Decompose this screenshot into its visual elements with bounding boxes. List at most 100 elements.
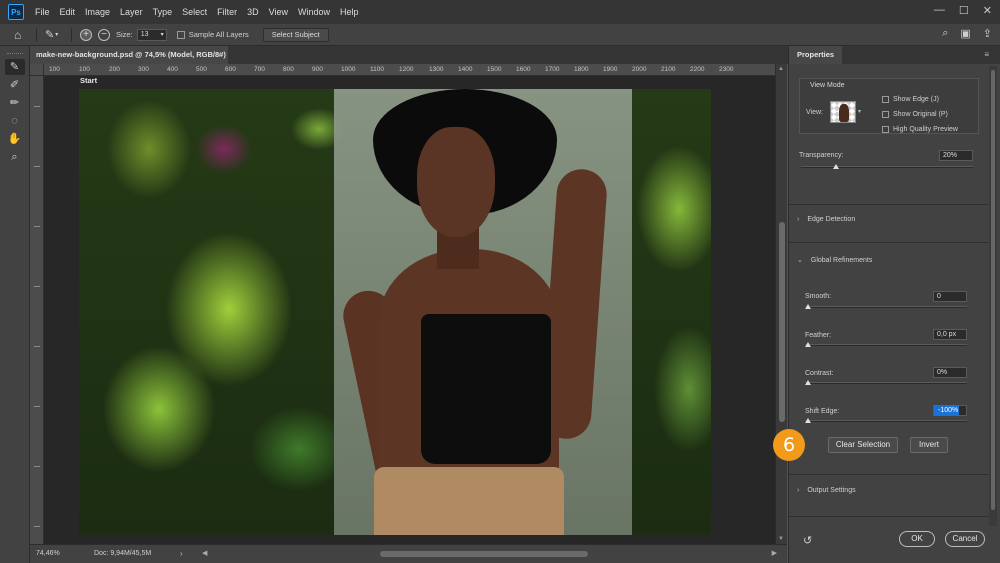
panel-menu-icon[interactable]: ≡ xyxy=(984,50,989,59)
cancel-button[interactable]: Cancel xyxy=(945,531,985,547)
scroll-thumb[interactable] xyxy=(779,222,785,422)
scroll-up-icon[interactable]: ▲ xyxy=(778,66,784,72)
feather-slider-knob[interactable] xyxy=(805,342,811,347)
output-settings-section[interactable]: › Output Settings xyxy=(797,487,856,494)
menu-3d[interactable]: 3D xyxy=(242,7,264,17)
transparency-label: Transparency: xyxy=(799,152,844,159)
menu-select[interactable]: Select xyxy=(177,7,212,17)
menu-type[interactable]: Type xyxy=(148,7,178,17)
chevron-right-icon: › xyxy=(797,487,800,494)
ok-button[interactable]: OK xyxy=(899,531,935,547)
vertical-scrollbar[interactable]: ▲ ▼ xyxy=(775,64,787,544)
add-mode-icon[interactable]: + xyxy=(80,28,92,41)
transparency-input[interactable]: 20% xyxy=(939,150,973,161)
horizontal-ruler[interactable]: 100 100 200 300 400 500 600 700 800 900 … xyxy=(44,64,775,76)
hand-tool-icon[interactable]: ✋ xyxy=(5,131,25,147)
menu-filter[interactable]: Filter xyxy=(212,7,242,17)
menu-file[interactable]: File xyxy=(30,7,55,17)
output-settings-label: Output Settings xyxy=(807,487,856,494)
document-tab[interactable]: make-new-background.psd @ 74,5% (Model, … xyxy=(30,46,228,64)
edge-detection-section[interactable]: › Edge Detection xyxy=(797,216,855,223)
home-icon[interactable]: ⌂ xyxy=(14,28,28,42)
ruler-tick-mark xyxy=(34,406,40,407)
feather-input[interactable]: 0,0 px xyxy=(933,329,967,340)
contrast-slider-knob[interactable] xyxy=(805,380,811,385)
minimize-icon[interactable]: — xyxy=(934,4,945,17)
smooth-slider-knob[interactable] xyxy=(805,304,811,309)
ruler-tick: 1000 xyxy=(341,66,356,73)
sample-all-layers-checkbox[interactable]: Sample All Layers xyxy=(176,30,253,39)
canvas-area[interactable]: Start xyxy=(44,76,775,544)
refine-edge-brush-icon[interactable]: ✐ xyxy=(5,77,25,93)
smooth-slider[interactable] xyxy=(805,306,967,308)
search-icon[interactable]: ⌕ xyxy=(942,27,948,40)
scroll-down-icon[interactable]: ▼ xyxy=(778,536,784,542)
ruler-tick: 1600 xyxy=(516,66,531,73)
show-edge-checkbox[interactable]: Show Edge (J) xyxy=(882,96,939,103)
ruler-corner[interactable] xyxy=(30,64,44,76)
scroll-left-icon[interactable]: ◀ xyxy=(202,549,207,557)
document-tabs: make-new-background.psd @ 74,5% (Model, … xyxy=(30,46,790,64)
quick-selection-tool-icon[interactable]: ✎ xyxy=(4,59,25,75)
size-input[interactable]: 13 ▾ xyxy=(136,28,167,41)
panel-scrollbar[interactable] xyxy=(989,66,997,526)
menu-view[interactable]: View xyxy=(264,7,293,17)
contrast-slider[interactable] xyxy=(805,382,967,384)
select-subject-button[interactable]: Select Subject xyxy=(262,27,329,42)
shift-edge-label: Shift Edge: xyxy=(805,408,840,415)
ruler-tick-mark xyxy=(34,286,40,287)
menu-layer[interactable]: Layer xyxy=(115,7,148,17)
workspace-icon[interactable]: ▣ xyxy=(960,27,970,40)
menu-edit[interactable]: Edit xyxy=(55,7,81,17)
contrast-input[interactable]: 0% xyxy=(933,367,967,378)
chevron-right-icon[interactable]: › xyxy=(180,549,183,558)
chevron-down-icon[interactable]: ▾ xyxy=(858,108,861,115)
transparency-slider[interactable] xyxy=(801,166,973,168)
close-tab-icon[interactable]: × xyxy=(218,46,222,64)
menu-help[interactable]: Help xyxy=(335,7,364,17)
subtract-mode-icon[interactable]: − xyxy=(98,28,110,41)
document-image[interactable] xyxy=(79,89,711,535)
contrast-label: Contrast: xyxy=(805,370,834,377)
global-refinements-section[interactable]: ⌄ Global Refinements xyxy=(797,256,872,265)
panel-tab-row: Properties ≡ xyxy=(789,46,1000,64)
shift-edge-slider[interactable] xyxy=(805,420,967,422)
smooth-input[interactable]: 0 xyxy=(933,291,967,302)
scroll-right-icon[interactable]: ▶ xyxy=(772,549,777,557)
close-icon[interactable]: ✕ xyxy=(983,4,992,17)
ruler-tick: 100 xyxy=(79,66,90,73)
ruler-tick: 900 xyxy=(312,66,323,73)
view-mode-thumbnail[interactable] xyxy=(830,101,856,123)
shift-edge-slider-knob[interactable] xyxy=(805,418,811,423)
chevron-down-icon: ▾ xyxy=(160,31,164,38)
menu-window[interactable]: Window xyxy=(293,7,335,17)
feather-label: Feather: xyxy=(805,332,832,339)
invert-button[interactable]: Invert xyxy=(910,437,948,453)
high-quality-preview-checkbox[interactable]: High Quality Preview xyxy=(882,126,958,133)
shift-edge-input[interactable]: -100% xyxy=(933,405,967,416)
ruler-tick: 200 xyxy=(109,66,120,73)
brush-tool-preset-icon[interactable]: ✎ ▾ xyxy=(45,27,63,43)
sample-all-layers-label: Sample All Layers xyxy=(188,30,249,39)
scroll-thumb[interactable] xyxy=(991,70,995,510)
show-edge-label: Show Edge (J) xyxy=(893,96,939,103)
clear-selection-button[interactable]: Clear Selection xyxy=(828,437,898,453)
transparency-slider-knob[interactable] xyxy=(833,164,839,169)
zoom-tool-icon[interactable]: ⌕ xyxy=(5,149,25,165)
reset-icon[interactable]: ↺ xyxy=(803,534,812,547)
horizontal-scrollbar[interactable]: ◀ ▶ xyxy=(202,549,777,559)
tools-panel: ✎ ✐ ✏ ◌ ✋ ⌕ xyxy=(0,46,30,563)
tab-properties[interactable]: Properties xyxy=(789,46,843,64)
share-icon[interactable]: ⇪ xyxy=(983,27,992,40)
maximize-icon[interactable]: ☐ xyxy=(959,4,969,17)
brush-tool-icon[interactable]: ✏ xyxy=(5,95,25,111)
ruler-tick: 500 xyxy=(196,66,207,73)
vertical-ruler[interactable] xyxy=(30,76,44,544)
feather-slider[interactable] xyxy=(805,344,967,346)
lasso-tool-icon[interactable]: ◌ xyxy=(5,113,25,129)
panel-grip[interactable] xyxy=(6,53,23,56)
zoom-level[interactable]: 74,46% xyxy=(36,550,60,557)
menu-image[interactable]: Image xyxy=(80,7,115,17)
scroll-thumb[interactable] xyxy=(380,551,588,557)
show-original-checkbox[interactable]: Show Original (P) xyxy=(882,111,948,118)
